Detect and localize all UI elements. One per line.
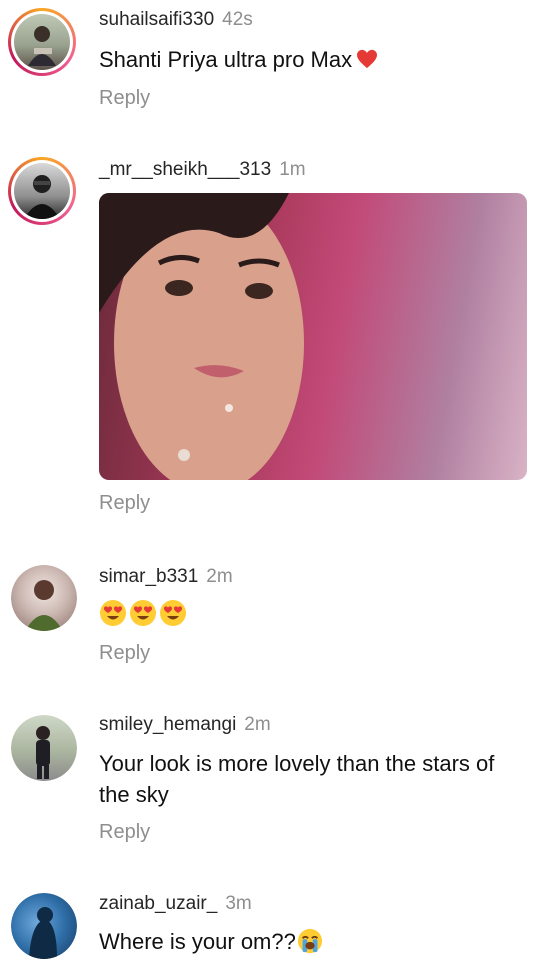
timestamp: 3m xyxy=(225,893,252,914)
username[interactable]: zainab_uzair_ xyxy=(99,893,217,914)
comment-text: Where is your om?? xyxy=(99,926,529,957)
avatar[interactable] xyxy=(11,893,77,959)
loudly-crying-face-icon xyxy=(297,928,322,954)
comment-item: zainab_uzair_ 3m Where is your om?? xyxy=(0,0,537,967)
comment-text-content: Where is your om?? xyxy=(99,929,296,954)
